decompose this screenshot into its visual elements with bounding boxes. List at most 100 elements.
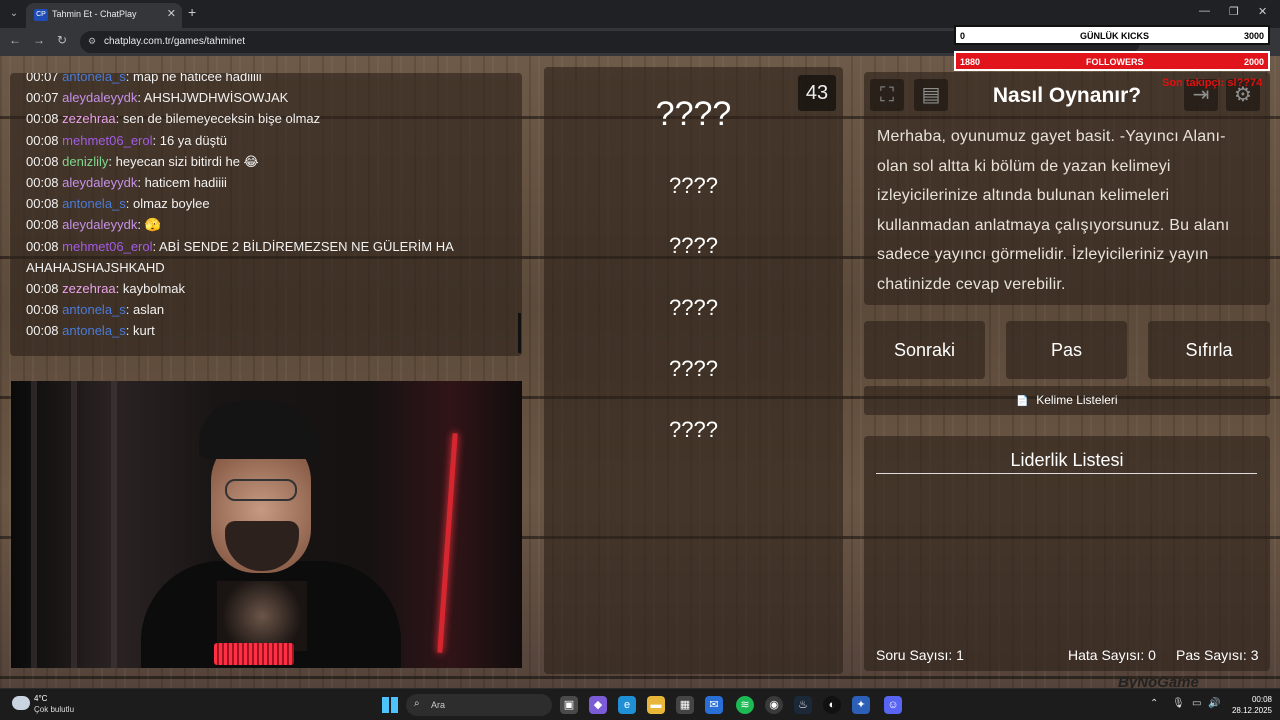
discord-icon[interactable]: ☺ — [884, 696, 902, 714]
steam-icon[interactable]: ♨ — [794, 696, 812, 714]
question-count-label: Soru Sayısı: — [876, 647, 953, 663]
spotify-icon[interactable]: ≋ — [736, 696, 754, 714]
game-area: 00:07 antonela_s: map ne haticee hadiiii… — [0, 56, 1280, 688]
chat-text: aslan — [133, 302, 165, 318]
taskbar-clock[interactable]: 00:08 28.12.2025 — [1228, 694, 1272, 716]
restore-icon[interactable]: ❐ — [1229, 5, 1239, 18]
pass-count-value: 3 — [1250, 647, 1259, 663]
store-icon[interactable]: ▦ — [676, 696, 694, 714]
chat-timestamp: 00:08 — [26, 153, 59, 169]
copilot-icon[interactable]: ◆ — [589, 696, 607, 714]
chat-username[interactable]: aleydaleyydk — [62, 175, 137, 190]
volume-icon[interactable]: 🔊 — [1208, 698, 1220, 709]
clock-time: 00:08 — [1251, 695, 1272, 704]
chat-username[interactable]: antonela_s — [62, 196, 126, 211]
site-info-icon[interactable]: ⚙ — [88, 36, 96, 47]
chat-text: AHSHJWDHWİSOWJAK — [143, 90, 289, 106]
kicks-current: 0 — [960, 31, 966, 41]
forbidden-word: ???? — [669, 173, 718, 198]
chat-message: 00:08 mehmet06_erol: 16 ya düştü — [26, 132, 227, 148]
forbidden-word: ???? — [669, 295, 718, 320]
chat-timestamp: 00:07 — [26, 90, 59, 106]
tab-search-icon[interactable]: ⌄ — [4, 5, 24, 23]
chat-username[interactable]: mehmet06_erol — [62, 239, 152, 254]
weather-description[interactable]: Çok bulutlu — [34, 705, 74, 714]
chat-username[interactable]: zezehraa — [62, 281, 115, 296]
chat-username[interactable]: mehmet06_erol — [62, 133, 152, 148]
windows-start-icon[interactable] — [382, 697, 398, 713]
chat-text: kurt — [133, 323, 155, 339]
forward-icon[interactable]: → — [33, 33, 45, 47]
chat-timestamp: 00:07 — [26, 73, 59, 84]
chat-timestamp: 00:08 — [26, 238, 59, 254]
chat-username[interactable]: antonela_s — [62, 73, 126, 84]
main-word: ???? — [655, 95, 732, 133]
chat-timestamp: 00:08 — [26, 281, 59, 296]
webcam-video — [11, 381, 522, 668]
streamer-glasses — [225, 479, 297, 501]
microphone — [214, 643, 294, 665]
chat-message: 00:08 antonela_s: kurt — [26, 323, 155, 339]
pass-button[interactable]: Pas — [1006, 321, 1127, 379]
chat-username[interactable]: antonela_s — [62, 323, 126, 338]
red-light-strip — [437, 433, 458, 653]
streamer-cap — [199, 401, 319, 459]
pass-count-label: Pas Sayısı: — [1176, 647, 1247, 663]
chat-scrollbar[interactable] — [518, 313, 521, 353]
followers-bar: 1880 FOLLOWERS 2000 — [954, 51, 1270, 71]
question-count-stat: Soru Sayısı: 1 — [876, 647, 964, 663]
browser-tab[interactable]: CP Tahmin Et - ChatPlay ✕ — [26, 3, 182, 28]
file-explorer-icon[interactable]: ▬ — [647, 696, 665, 714]
chat-message: 00:08 mehmet06_erol: ABİ SENDE 2 BİLDİRE… — [26, 238, 454, 254]
chat-username[interactable]: zezehraa — [62, 111, 115, 126]
chat-username[interactable]: denizlily — [62, 154, 108, 169]
shirt-print — [217, 581, 307, 651]
chat-text: 16 ya düştü — [159, 132, 227, 148]
minimize-icon[interactable]: — — [1199, 5, 1210, 17]
curtain-fold — [71, 381, 77, 668]
chrome-icon[interactable]: ◉ — [765, 696, 783, 714]
cloud-icon[interactable] — [12, 696, 30, 710]
chat-text: AHAHAJSHAJSHKAHD — [26, 259, 165, 275]
chat-text: sen de bilemeyeceksin bişe olmaz — [122, 111, 321, 127]
app-icon[interactable]: ✦ — [852, 696, 870, 714]
chat-username[interactable]: aleydaleyydk — [62, 90, 137, 105]
task-view-icon[interactable]: ▣ — [560, 696, 578, 714]
new-tab-icon[interactable]: + — [188, 4, 196, 20]
curtain-fold — [111, 381, 117, 668]
mail-icon[interactable]: ✉ — [705, 696, 723, 714]
chat-timestamp: 00:08 — [26, 196, 59, 212]
curtain-fold — [31, 381, 37, 668]
url-text[interactable]: chatplay.com.tr/games/tahminet — [104, 36, 245, 47]
taskbar-search[interactable]: ⌕ Ara — [406, 694, 552, 716]
error-count-stat: Hata Sayısı: 0 — [1068, 647, 1156, 663]
leaderboard-panel: Liderlik Listesi Soru Sayısı: 1 Hata Say… — [864, 436, 1270, 671]
reload-icon[interactable]: ↻ — [57, 33, 67, 47]
chat-text: map ne haticee hadiiiii — [133, 73, 262, 84]
chat-username[interactable]: aleydaleyydk — [62, 217, 137, 232]
chat-message: 00:08 aleydaleyydk: 🫣 — [26, 217, 161, 233]
clock-date: 28.12.2025 — [1231, 706, 1272, 715]
back-icon[interactable]: ← — [9, 33, 21, 47]
chat-timestamp: 00:08 — [26, 217, 59, 233]
obs-icon[interactable]: ◐ — [823, 696, 841, 714]
window-close-icon[interactable]: ✕ — [1258, 5, 1267, 18]
followers-goal: 2000 — [1243, 57, 1264, 67]
weather-temperature[interactable]: 4°C — [34, 694, 47, 703]
microphone-icon[interactable]: 🎙 — [1172, 698, 1185, 709]
next-button[interactable]: Sonraki — [864, 321, 985, 379]
chat-text: olmaz boylee — [133, 196, 210, 212]
leaderboard-title: Liderlik Listesi — [1010, 450, 1124, 470]
tray-chevron-icon[interactable]: ⌃ — [1150, 698, 1158, 709]
chatplay-favicon-icon: CP — [34, 9, 48, 21]
edge-icon[interactable]: e — [618, 696, 636, 714]
error-count-value: 0 — [1148, 647, 1156, 663]
word-lists-button[interactable]: 📄 Kelime Listeleri — [864, 386, 1270, 415]
chat-message: 00:08 denizlily: heyecan sizi bitirdi he… — [26, 153, 259, 169]
tab-close-icon[interactable]: ✕ — [167, 7, 176, 20]
network-icon[interactable]: ▭ — [1192, 698, 1201, 709]
chat-username[interactable]: antonela_s — [62, 302, 126, 317]
reset-button[interactable]: Sıfırla — [1148, 321, 1270, 379]
leaderboard-divider — [876, 473, 1257, 474]
chat-timestamp: 00:08 — [26, 323, 59, 339]
